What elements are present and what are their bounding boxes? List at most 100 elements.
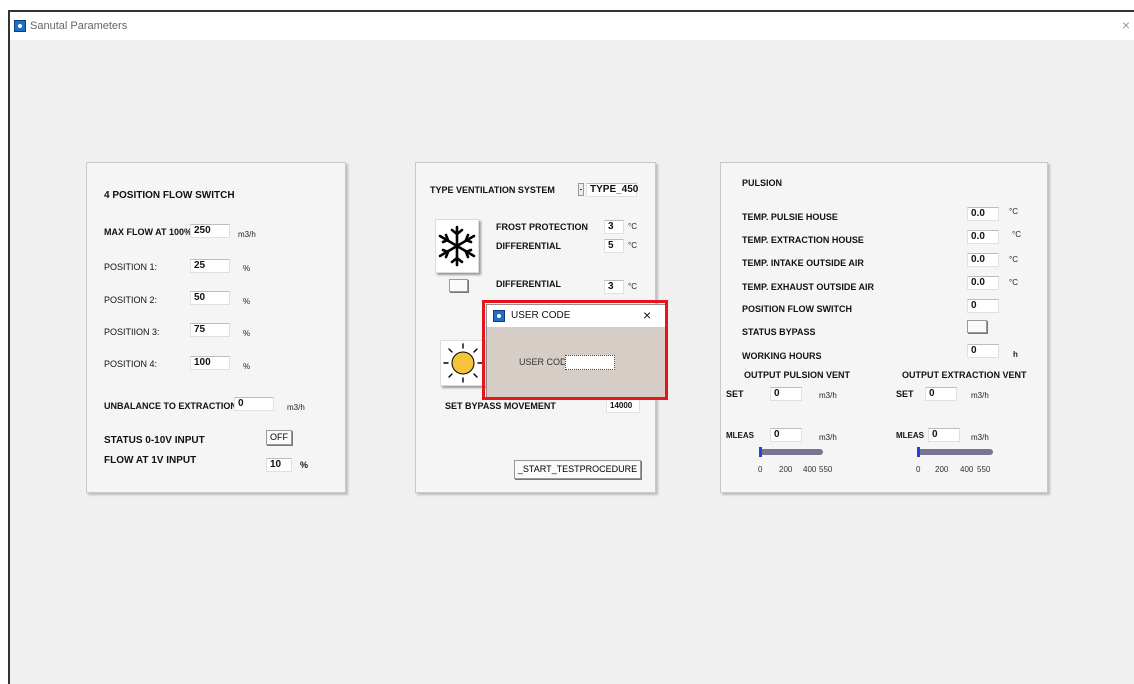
start-testprocedure-button[interactable]: _START_TESTPROCEDURE bbox=[514, 460, 641, 479]
temp-intake-unit: °C bbox=[1009, 255, 1018, 264]
position-1-label: POSITION 1: bbox=[104, 262, 158, 272]
temp-exhaust-unit: °C bbox=[1009, 278, 1018, 287]
position-2-label: POSITION 2: bbox=[104, 295, 158, 305]
status-input-toggle[interactable]: OFF bbox=[266, 430, 292, 445]
set-1-field[interactable]: 0 bbox=[770, 387, 802, 401]
output-extraction-label: OUTPUT EXTRACTION VENT bbox=[902, 370, 1027, 380]
extraction-tick-400: 400 bbox=[960, 465, 974, 474]
dialog-app-icon bbox=[493, 310, 505, 322]
user-code-field[interactable] bbox=[565, 355, 615, 370]
unbalance-label: UNBALANCE TO EXTRACTION bbox=[104, 401, 237, 411]
output-pulsion-label: OUTPUT PULSION VENT bbox=[744, 370, 851, 380]
flow-1v-field[interactable]: 10 bbox=[266, 458, 292, 472]
pulsion-tick-0: 0 bbox=[758, 465, 763, 474]
extraction-slider[interactable] bbox=[917, 449, 993, 455]
pulsion-slider[interactable] bbox=[759, 449, 823, 455]
temp-pulsie-field[interactable]: 0.0 bbox=[967, 207, 999, 221]
temp-extraction-field[interactable]: 0.0 bbox=[967, 230, 999, 244]
status-bypass-label: STATUS BYPASS bbox=[742, 327, 816, 337]
flow-switch-heading: 4 POSITION FLOW SWITCH bbox=[104, 190, 235, 201]
position-1-unit: % bbox=[243, 264, 251, 273]
frost-icon-box bbox=[435, 219, 479, 273]
status-bypass-indicator bbox=[967, 320, 987, 333]
position-flow-field: 0 bbox=[967, 299, 999, 313]
differential-2-label: DIFFERENTIAL bbox=[496, 279, 561, 289]
extraction-tick-0: 0 bbox=[916, 465, 921, 474]
working-hours-label: WORKING HOURS bbox=[742, 351, 822, 361]
flow-1v-unit: % bbox=[300, 460, 309, 470]
position-3-field[interactable]: 75 bbox=[190, 323, 230, 337]
position-4-unit: % bbox=[243, 362, 251, 371]
differential-1-label: DIFFERENTIAL bbox=[496, 241, 561, 251]
user-code-title: USER CODE bbox=[511, 310, 571, 321]
bypass-movement-field[interactable]: 14000 bbox=[606, 399, 640, 413]
meas-1-label: MLEAS bbox=[726, 431, 754, 440]
frost-toggle-button[interactable] bbox=[449, 279, 468, 292]
bypass-movement-label: SET BYPASS MOVEMENT bbox=[445, 401, 556, 411]
pulsion-tick-400: 400 bbox=[803, 465, 817, 474]
differential-1-unit: °C bbox=[628, 241, 637, 250]
sun-icon-box bbox=[440, 340, 486, 386]
temp-intake-label: TEMP. INTAKE OUTSIDE AIR bbox=[742, 258, 864, 268]
window-title: Sanutal Parameters bbox=[30, 20, 128, 32]
meas-2-field: 0 bbox=[928, 428, 960, 442]
differential-2-field[interactable]: 3 bbox=[604, 280, 624, 294]
differential-1-field[interactable]: 5 bbox=[604, 239, 624, 253]
temp-exhaust-label: TEMP. EXHAUST OUTSIDE AIR bbox=[742, 282, 875, 292]
frost-protection-field[interactable]: 3 bbox=[604, 220, 624, 234]
pulsion-slider-knob[interactable] bbox=[759, 447, 762, 457]
temp-extraction-unit: °C bbox=[1012, 230, 1021, 239]
flow-switch-panel: 4 POSITION FLOW SWITCH MAX FLOW AT 100% … bbox=[86, 162, 346, 493]
snowflake-icon bbox=[438, 225, 476, 267]
set-2-label: SET bbox=[896, 389, 914, 399]
differential-2-unit: °C bbox=[628, 282, 637, 291]
working-hours-unit: h bbox=[1013, 350, 1018, 359]
max-flow-field[interactable]: 250 bbox=[190, 224, 230, 238]
frost-protection-unit: °C bbox=[628, 222, 637, 231]
set-1-unit: m3/h bbox=[819, 391, 837, 400]
position-2-unit: % bbox=[243, 297, 251, 306]
set-1-label: SET bbox=[726, 389, 744, 399]
temp-exhaust-field[interactable]: 0.0 bbox=[967, 276, 999, 290]
meas-2-label: MLEAS bbox=[896, 431, 924, 440]
pulsion-tick-550: 550 bbox=[819, 465, 833, 474]
app-icon bbox=[14, 20, 26, 32]
pulsion-tick-200: 200 bbox=[779, 465, 793, 474]
position-3-unit: % bbox=[243, 329, 251, 338]
dialog-close-icon[interactable]: × bbox=[643, 307, 651, 323]
max-flow-unit: m3/h bbox=[238, 230, 256, 239]
window-close-icon[interactable]: × bbox=[1122, 17, 1130, 33]
meas-1-field: 0 bbox=[770, 428, 802, 442]
set-2-field[interactable]: 0 bbox=[925, 387, 957, 401]
type-spinner[interactable] bbox=[578, 183, 584, 196]
sun-icon bbox=[443, 343, 483, 383]
position-4-label: POSITION 4: bbox=[104, 359, 158, 369]
extraction-tick-550: 550 bbox=[977, 465, 991, 474]
position-1-field[interactable]: 25 bbox=[190, 259, 230, 273]
pulsion-heading: PULSION bbox=[742, 178, 783, 188]
meas-2-unit: m3/h bbox=[971, 433, 989, 442]
position-2-field[interactable]: 50 bbox=[190, 291, 230, 305]
flow-1v-label: FLOW AT 1V INPUT bbox=[104, 455, 197, 466]
temp-pulsie-label: TEMP. PULSIE HOUSE bbox=[742, 212, 838, 222]
unbalance-unit: m3/h bbox=[287, 403, 305, 412]
temp-extraction-label: TEMP. EXTRACTION HOUSE bbox=[742, 235, 864, 245]
position-3-label: POSITIION 3: bbox=[104, 327, 160, 337]
temp-pulsie-unit: °C bbox=[1009, 207, 1018, 216]
user-code-titlebar: USER CODE × bbox=[487, 305, 665, 327]
type-ventilation-label: TYPE VENTILATION SYSTEM bbox=[430, 185, 555, 195]
position-flow-label: POSITION FLOW SWITCH bbox=[742, 304, 852, 314]
extraction-slider-knob[interactable] bbox=[917, 447, 920, 457]
temp-intake-field[interactable]: 0.0 bbox=[967, 253, 999, 267]
meas-1-unit: m3/h bbox=[819, 433, 837, 442]
unbalance-field[interactable]: 0 bbox=[234, 397, 274, 411]
user-code-dialog: USER CODE × USER COD bbox=[486, 304, 666, 398]
user-code-label: USER COD bbox=[519, 357, 567, 367]
status-input-label: STATUS 0-10V INPUT bbox=[104, 435, 205, 446]
title-bar: Sanutal Parameters × bbox=[10, 12, 1134, 40]
set-2-unit: m3/h bbox=[971, 391, 989, 400]
pulsion-panel: PULSION TEMP. PULSIE HOUSE 0.0 °C TEMP. … bbox=[720, 162, 1048, 493]
type-ventilation-field[interactable]: TYPE_450 bbox=[586, 183, 638, 197]
position-4-field[interactable]: 100 bbox=[190, 356, 230, 370]
max-flow-label: MAX FLOW AT 100% bbox=[104, 227, 193, 237]
